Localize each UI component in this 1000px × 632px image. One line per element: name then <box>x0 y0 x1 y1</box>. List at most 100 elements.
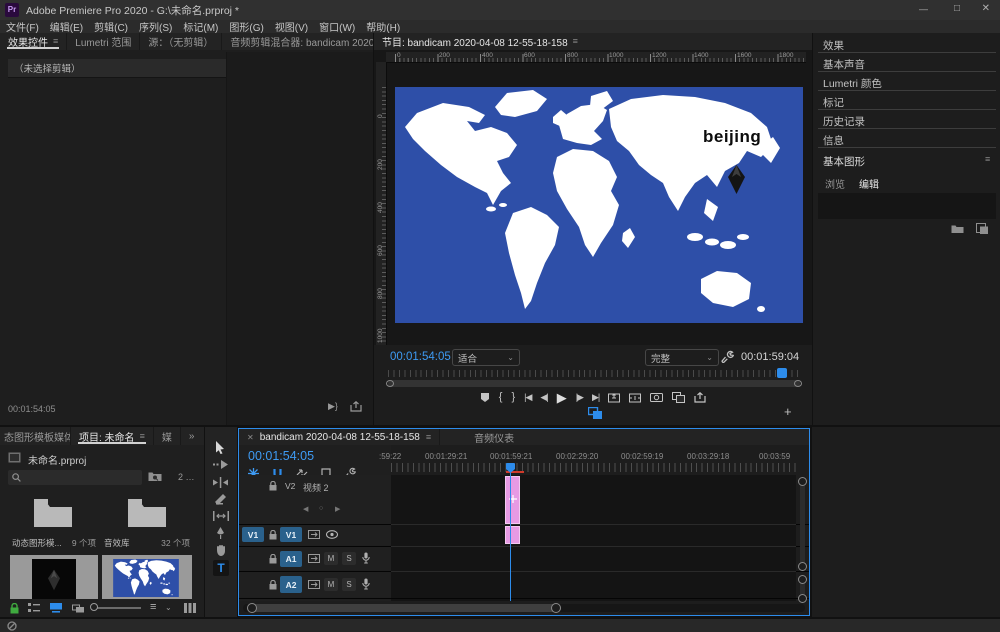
list-view-icon[interactable] <box>28 603 40 613</box>
sidebar-item-history[interactable]: 历史记录 <box>823 114 865 129</box>
panel-menu-icon[interactable]: ≡ <box>426 433 431 442</box>
sync-lock-icon[interactable] <box>308 554 320 563</box>
hand-tool[interactable] <box>215 544 227 556</box>
playback-resolution-select[interactable]: 完整⌄ <box>645 349 719 366</box>
bin-motion-templates[interactable]: 动态图形模... 9 个项 <box>10 493 98 551</box>
menu-view[interactable]: 视图(V) <box>275 19 308 34</box>
new-bin-icon[interactable] <box>184 603 196 613</box>
program-scrollbar[interactable] <box>388 380 800 387</box>
lift-icon[interactable] <box>608 392 620 403</box>
panel-menu-icon[interactable]: ≡ <box>573 37 578 46</box>
panel-menu-icon[interactable]: ≡ <box>53 37 58 46</box>
timeline-h-scrollbar[interactable] <box>243 604 805 612</box>
slip-tool[interactable] <box>213 511 229 521</box>
menu-graphics[interactable]: 图形(G) <box>229 19 263 34</box>
audio-zoom-scrollbar[interactable] <box>800 579 805 599</box>
tab-audio-meters[interactable]: 音频仪表 <box>466 429 522 445</box>
sidebar-item-markers[interactable]: 标记 <box>823 95 844 110</box>
menu-file[interactable]: 文件(F) <box>6 19 39 34</box>
lock-icon[interactable] <box>269 554 277 564</box>
sort-chevron-icon[interactable]: ⌄ <box>165 604 172 612</box>
close-icon[interactable]: ✕ <box>247 433 254 442</box>
bin-sound-library[interactable]: 音效库 32 个项 <box>102 493 192 551</box>
tab-program-monitor[interactable]: 节目: bandicam 2020-04-08 12-55-18-158≡ <box>374 33 586 50</box>
add-button[interactable]: + <box>784 404 792 419</box>
essential-graphics-list[interactable] <box>818 193 996 219</box>
mic-icon[interactable] <box>362 552 370 564</box>
lock-icon[interactable] <box>269 580 277 590</box>
track-select-a1[interactable]: A1 <box>280 551 302 567</box>
pen-tool[interactable] <box>215 527 226 539</box>
tab-effect-controls[interactable]: 效果控件≡ <box>0 33 67 50</box>
new-layer-icon[interactable] <box>976 223 988 234</box>
timeline-ruler[interactable]: :59:22 00:01:29:21 00:01:59:21 00:02:29:… <box>391 445 796 475</box>
tab-media-browser[interactable]: 媒 <box>154 427 181 445</box>
solo-button[interactable]: S <box>342 552 356 565</box>
play-button[interactable]: ▶ <box>557 391 567 404</box>
folder-icon[interactable] <box>951 224 964 234</box>
zoom-slider[interactable] <box>93 607 141 609</box>
sidebar-item-info[interactable]: 信息 <box>823 133 844 148</box>
mute-button[interactable]: M <box>324 578 338 591</box>
sync-lock-icon[interactable] <box>308 580 320 589</box>
video-zoom-scrollbar[interactable] <box>800 481 805 567</box>
menu-window[interactable]: 窗口(W) <box>319 19 355 34</box>
selection-tool[interactable] <box>215 441 226 454</box>
tab-motion-templates[interactable]: 态图形模板媒体 <box>0 427 71 445</box>
menu-sequence[interactable]: 序列(S) <box>139 19 172 34</box>
program-time-ruler[interactable] <box>388 370 800 377</box>
export-icon[interactable] <box>350 401 362 412</box>
tab-browse[interactable]: 浏览 <box>825 176 845 191</box>
add-marker-icon[interactable] <box>480 392 490 403</box>
mic-icon[interactable] <box>362 578 370 590</box>
scroll-knob-left[interactable] <box>386 380 394 387</box>
essential-graphics-header[interactable]: 基本图形 <box>823 154 865 169</box>
freeform-view-icon[interactable] <box>72 603 85 613</box>
video-frame[interactable]: beijing <box>395 87 803 323</box>
menu-clip[interactable]: 剪辑(C) <box>94 19 128 34</box>
go-to-in-icon[interactable]: |◀ <box>524 393 531 402</box>
keyframe-next-icon[interactable]: ▶ <box>335 505 340 513</box>
project-writable-icon[interactable] <box>10 603 19 614</box>
maximize-button[interactable]: □ <box>954 3 960 14</box>
track-output-eye-icon[interactable] <box>326 530 338 539</box>
mute-button[interactable]: M <box>324 552 338 565</box>
track-select-v1[interactable]: V1 <box>280 527 302 542</box>
zoom-level-select[interactable]: 适合⌄ <box>452 349 520 366</box>
step-forward-icon[interactable]: |▶ <box>576 393 583 402</box>
go-to-out-icon[interactable]: ▶| <box>592 393 599 402</box>
ripple-edit-tool[interactable] <box>213 477 228 488</box>
sync-status-icon[interactable] <box>7 621 17 631</box>
clip-thumbnail-graphic[interactable] <box>10 555 98 599</box>
export-frame-icon[interactable] <box>650 392 663 402</box>
search-input[interactable] <box>8 470 142 485</box>
keyframe-prev-icon[interactable]: ◀ <box>303 505 308 513</box>
keyframe-add-icon[interactable]: ○ <box>319 505 323 512</box>
sidebar-item-essential-sound[interactable]: 基本声音 <box>823 57 865 72</box>
sort-icon[interactable]: ≡ <box>150 602 156 613</box>
panel-menu-icon[interactable]: ≡ <box>985 155 990 164</box>
mark-out-icon[interactable]: } <box>511 392 515 403</box>
tab-source-monitor[interactable]: 源：（无剪辑） <box>140 33 222 50</box>
extract-icon[interactable] <box>629 392 641 403</box>
menu-help[interactable]: 帮助(H) <box>366 19 400 34</box>
tab-project[interactable]: 项目: 未命名≡ <box>71 427 154 445</box>
lock-icon[interactable] <box>269 481 277 491</box>
tab-sequence[interactable]: ✕ bandicam 2020-04-08 12-55-18-158 ≡ <box>239 429 440 445</box>
menu-edit[interactable]: 编辑(E) <box>50 19 83 34</box>
program-playhead[interactable] <box>777 368 787 378</box>
timeline-timecode[interactable]: 00:01:54:05 <box>248 449 314 463</box>
settings-wrench-icon[interactable] <box>721 350 734 363</box>
close-button[interactable]: ✕ <box>982 3 990 14</box>
track-select-tool[interactable] <box>213 460 228 469</box>
export-icon[interactable] <box>694 392 706 403</box>
step-back-icon[interactable]: ◀| <box>540 393 547 402</box>
project-file-name[interactable]: 未命名.prproj <box>28 452 86 467</box>
graphic-clip-v2[interactable] <box>505 476 520 524</box>
track-v2-name[interactable]: 视频 2 <box>303 481 329 494</box>
no-clip-header[interactable]: （未选择剪辑） ▶ <box>8 59 238 78</box>
tab-lumetri-scopes[interactable]: Lumetri 范围 <box>67 33 140 50</box>
panel-menu-icon[interactable]: ≡ <box>140 432 145 441</box>
sidebar-item-lumetri-color[interactable]: Lumetri 颜色 <box>823 76 882 91</box>
lock-icon[interactable] <box>269 530 277 540</box>
